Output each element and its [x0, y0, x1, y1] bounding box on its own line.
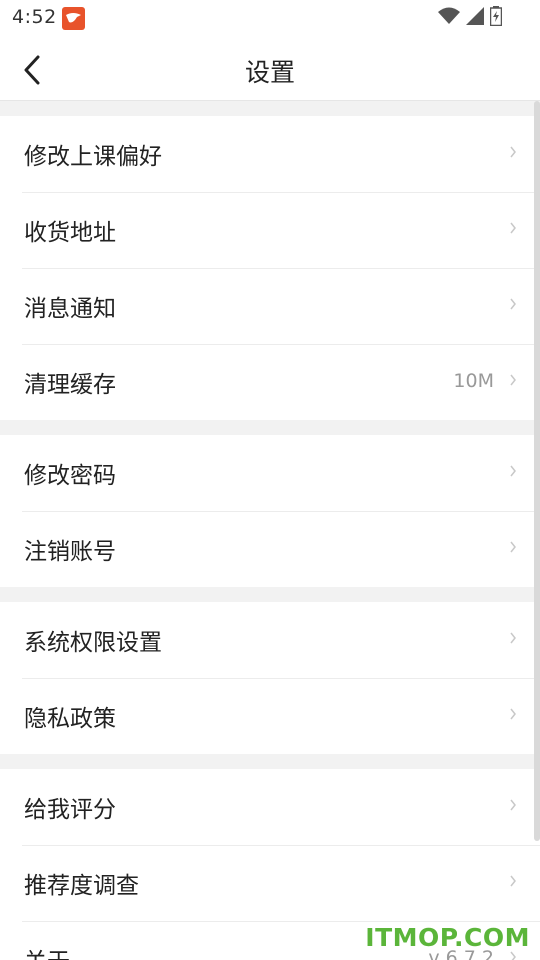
settings-group: 修改密码 注销账号 [0, 435, 540, 587]
settings-item-class-preference[interactable]: 修改上课偏好 [0, 116, 540, 192]
page-title: 设置 [244, 58, 295, 87]
settings-item-label: 关于 [24, 942, 70, 960]
settings-item-label: 消息通知 [24, 296, 116, 322]
settings-item-rate-us[interactable]: 给我评分 [0, 769, 540, 845]
settings-item-label: 修改上课偏好 [24, 144, 162, 170]
signal-icon [466, 7, 484, 29]
chevron-right-icon [510, 632, 516, 644]
settings-item-clear-cache[interactable]: 清理缓存 10M [0, 344, 540, 420]
settings-item-label: 清理缓存 [24, 372, 116, 398]
settings-item-label: 注销账号 [24, 539, 116, 565]
status-icons [438, 6, 503, 30]
settings-list: 修改上课偏好 收货地址 消息通知 清理缓存 10M 修改密码 注销账号 系统权限… [0, 101, 540, 960]
settings-item-label: 收货地址 [24, 220, 116, 246]
settings-item-label: 修改密码 [24, 463, 116, 489]
nav-bar: 设置 [0, 36, 540, 101]
battery-icon [489, 6, 503, 30]
settings-item-notifications[interactable]: 消息通知 [0, 268, 540, 344]
settings-item-privacy-policy[interactable]: 隐私政策 [0, 678, 540, 754]
app-notification-icon [62, 7, 85, 30]
chevron-right-icon [510, 708, 516, 720]
settings-group: 修改上课偏好 收货地址 消息通知 清理缓存 10M [0, 116, 540, 420]
settings-item-change-password[interactable]: 修改密码 [0, 435, 540, 511]
chevron-right-icon [510, 374, 516, 386]
cache-size-value: 10M [453, 370, 494, 392]
chevron-right-icon [510, 465, 516, 477]
status-bar: 4:52 [0, 0, 540, 36]
status-time: 4:52 [12, 6, 57, 28]
watermark: ITMOP.COM [365, 923, 530, 952]
scrollbar[interactable] [534, 101, 540, 841]
settings-item-label: 推荐度调查 [24, 873, 139, 899]
wifi-icon [438, 7, 460, 29]
settings-item-label: 系统权限设置 [24, 630, 162, 656]
settings-item-system-permissions[interactable]: 系统权限设置 [0, 602, 540, 678]
chevron-right-icon [510, 222, 516, 234]
settings-item-label: 隐私政策 [24, 706, 116, 732]
settings-item-delete-account[interactable]: 注销账号 [0, 511, 540, 587]
chevron-right-icon [510, 541, 516, 553]
settings-item-recommendation-survey[interactable]: 推荐度调查 [0, 845, 540, 921]
chevron-right-icon [510, 146, 516, 158]
chevron-right-icon [510, 875, 516, 887]
settings-item-label: 给我评分 [24, 797, 116, 823]
chevron-right-icon [510, 298, 516, 310]
settings-item-shipping-address[interactable]: 收货地址 [0, 192, 540, 268]
chevron-right-icon [510, 799, 516, 811]
settings-group: 系统权限设置 隐私政策 [0, 602, 540, 754]
